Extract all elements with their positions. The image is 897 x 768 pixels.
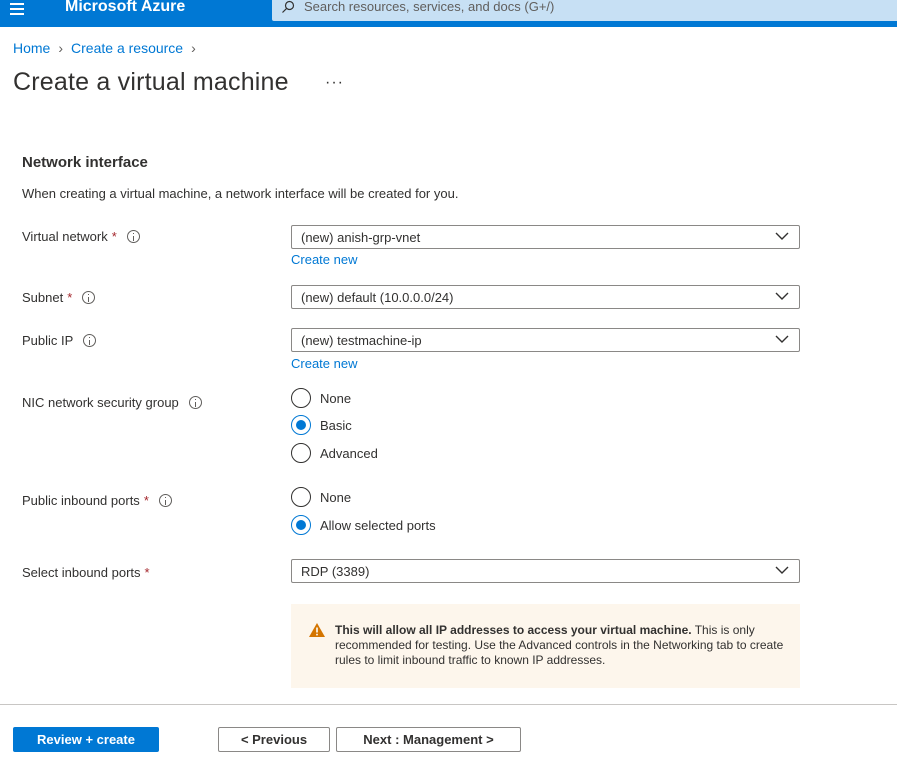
footer-divider <box>0 704 897 705</box>
nsg-option-advanced[interactable]: Advanced <box>291 443 378 463</box>
public-ip-dropdown[interactable]: (new) testmachine-ip <box>291 328 800 352</box>
info-icon[interactable] <box>188 396 202 409</box>
more-options-icon[interactable]: ··· <box>325 74 344 92</box>
chevron-down-icon <box>775 335 789 343</box>
radio-allow-selected[interactable] <box>291 515 311 535</box>
next-management-button[interactable]: Next : Management > <box>336 727 521 752</box>
search-placeholder: Search resources, services, and docs (G+… <box>304 0 555 14</box>
select-inbound-ports-dropdown[interactable]: RDP (3389) <box>291 559 800 583</box>
inbound-option-allow-selected[interactable]: Allow selected ports <box>291 515 436 535</box>
inbound-option-none[interactable]: None <box>291 487 351 507</box>
subnet-dropdown[interactable]: (new) default (10.0.0.0/24) <box>291 285 800 309</box>
create-new-vnet-link[interactable]: Create new <box>291 252 357 267</box>
info-icon[interactable] <box>82 291 96 304</box>
chevron-right-icon: › <box>58 40 64 56</box>
section-title: Network interface <box>22 154 148 171</box>
create-new-public-ip-link[interactable]: Create new <box>291 356 357 371</box>
search-icon <box>282 0 295 13</box>
subnet-value: (new) default (10.0.0.0/24) <box>301 290 454 305</box>
warning-banner: This will allow all IP addresses to acce… <box>291 604 800 688</box>
nsg-option-none[interactable]: None <box>291 388 351 408</box>
info-icon[interactable] <box>126 230 140 243</box>
virtual-network-dropdown[interactable]: (new) anish-grp-vnet <box>291 225 800 249</box>
public-ip-value: (new) testmachine-ip <box>301 333 422 348</box>
chevron-down-icon <box>775 566 789 574</box>
section-description: When creating a virtual machine, a netwo… <box>22 186 459 201</box>
radio-inbound-none[interactable] <box>291 487 311 507</box>
top-bar: Microsoft Azure Search resources, servic… <box>0 0 897 27</box>
radio-advanced[interactable] <box>291 443 311 463</box>
warning-text: This will allow all IP addresses to acce… <box>335 623 784 667</box>
chevron-right-icon: › <box>191 40 196 56</box>
nsg-option-basic[interactable]: Basic <box>291 415 352 435</box>
nic-nsg-label: NIC network security group <box>22 395 202 410</box>
search-input[interactable]: Search resources, services, and docs (G+… <box>272 0 897 21</box>
subnet-label: Subnet * <box>22 290 96 305</box>
info-icon[interactable] <box>158 494 172 507</box>
public-ip-label: Public IP <box>22 333 97 348</box>
review-create-button[interactable]: Review + create <box>13 727 159 752</box>
breadcrumb: Home › Create a resource › <box>13 40 204 56</box>
select-inbound-ports-label: Select inbound ports * <box>22 565 150 580</box>
info-icon[interactable] <box>83 334 97 347</box>
previous-button[interactable]: < Previous <box>218 727 330 752</box>
breadcrumb-home[interactable]: Home <box>13 40 50 56</box>
radio-none[interactable] <box>291 388 311 408</box>
warning-triangle-icon <box>309 623 325 637</box>
select-inbound-ports-value: RDP (3389) <box>301 564 370 579</box>
brand-title[interactable]: Microsoft Azure <box>65 0 185 17</box>
hamburger-menu-icon[interactable] <box>10 0 24 15</box>
public-inbound-ports-label: Public inbound ports * <box>22 493 172 508</box>
page-title: Create a virtual machine <box>13 68 289 96</box>
virtual-network-label: Virtual network * <box>22 229 140 244</box>
chevron-down-icon <box>775 292 789 300</box>
radio-basic[interactable] <box>291 415 311 435</box>
chevron-down-icon <box>775 232 789 240</box>
virtual-network-value: (new) anish-grp-vnet <box>301 230 421 245</box>
breadcrumb-create-resource[interactable]: Create a resource <box>71 40 183 56</box>
